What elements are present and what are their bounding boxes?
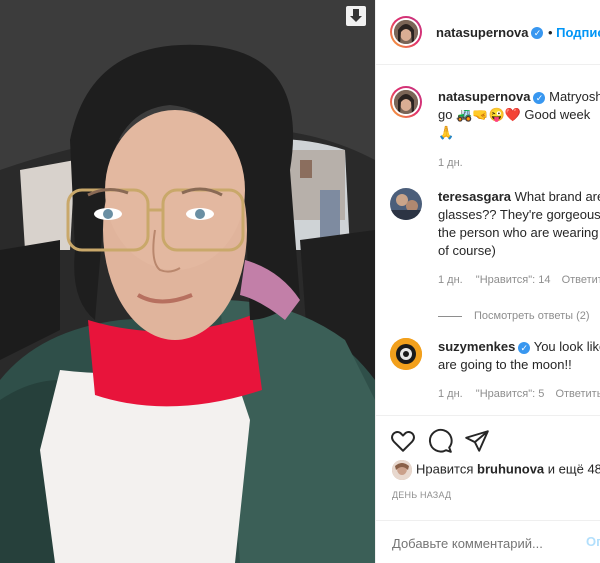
- likes-prefix: Нравится: [416, 461, 474, 477]
- comment-text-line: What brand are: [514, 189, 600, 204]
- comment-text-line: You look like: [533, 339, 600, 354]
- comment-text-line: the person who are wearing: [438, 225, 599, 240]
- verified-badge-icon: ✓: [518, 341, 531, 354]
- post-side-panel: natasupernova✓ • Подписа natasupernova✓ …: [375, 0, 600, 563]
- add-comment-bar: Оп: [376, 520, 600, 563]
- view-replies-button[interactable]: Посмотреть ответы (2): [474, 310, 590, 322]
- post-header: natasupernova✓ • Подписа: [376, 0, 600, 65]
- comment-time[interactable]: 1 дн.: [438, 388, 463, 400]
- replies-line: [438, 315, 462, 317]
- comment-likes[interactable]: "Нравится": 14: [476, 274, 551, 286]
- likes-user[interactable]: bruhunova: [477, 461, 544, 476]
- header-username[interactable]: natasupernova: [436, 25, 528, 40]
- comment-likes[interactable]: "Нравится": 5: [476, 388, 545, 400]
- caption-username[interactable]: natasupernova: [438, 89, 530, 104]
- comment-icon[interactable]: [427, 428, 453, 454]
- download-icon[interactable]: [346, 6, 366, 26]
- comment-input[interactable]: [390, 531, 574, 555]
- liker-avatar[interactable]: [392, 460, 412, 480]
- verified-badge-icon: ✓: [531, 26, 544, 39]
- post-date[interactable]: ДЕНЬ НАЗАД: [392, 490, 451, 500]
- likes-suffix[interactable]: и ещё 48: [548, 461, 600, 476]
- verified-badge-icon: ✓: [533, 91, 546, 104]
- header-dot: •: [547, 25, 557, 40]
- caption-text: MatryoshkЕ: [549, 89, 600, 104]
- reply-button[interactable]: Ответить: [562, 274, 600, 286]
- comment-username[interactable]: suzymenkes: [438, 339, 515, 354]
- heart-icon[interactable]: [390, 428, 416, 454]
- post-photo[interactable]: [0, 0, 375, 563]
- author-avatar[interactable]: [390, 16, 422, 48]
- post-image: [0, 0, 375, 563]
- comment-avatar[interactable]: [390, 338, 422, 370]
- follow-button[interactable]: Подписа: [556, 25, 600, 40]
- caption-avatar[interactable]: [390, 86, 422, 118]
- comment-time[interactable]: 1 дн.: [438, 274, 463, 286]
- comment-text-line: are going to the moon!!: [438, 357, 572, 372]
- reply-button[interactable]: Ответить: [555, 388, 600, 400]
- caption-time[interactable]: 1 дн.: [438, 154, 600, 172]
- caption-line-3: 🙏: [438, 125, 455, 140]
- comment-avatar[interactable]: [390, 188, 422, 220]
- comment-username[interactable]: teresasgara: [438, 189, 511, 204]
- post-comment-button[interactable]: Оп: [586, 534, 600, 549]
- share-icon[interactable]: [464, 428, 490, 454]
- comment-text-line: glasses?? They're gorgeous: [438, 207, 600, 222]
- comment-text-line: of course): [438, 243, 496, 258]
- caption-line-2: go 🚜🤜😜❤️ Good week: [438, 107, 591, 122]
